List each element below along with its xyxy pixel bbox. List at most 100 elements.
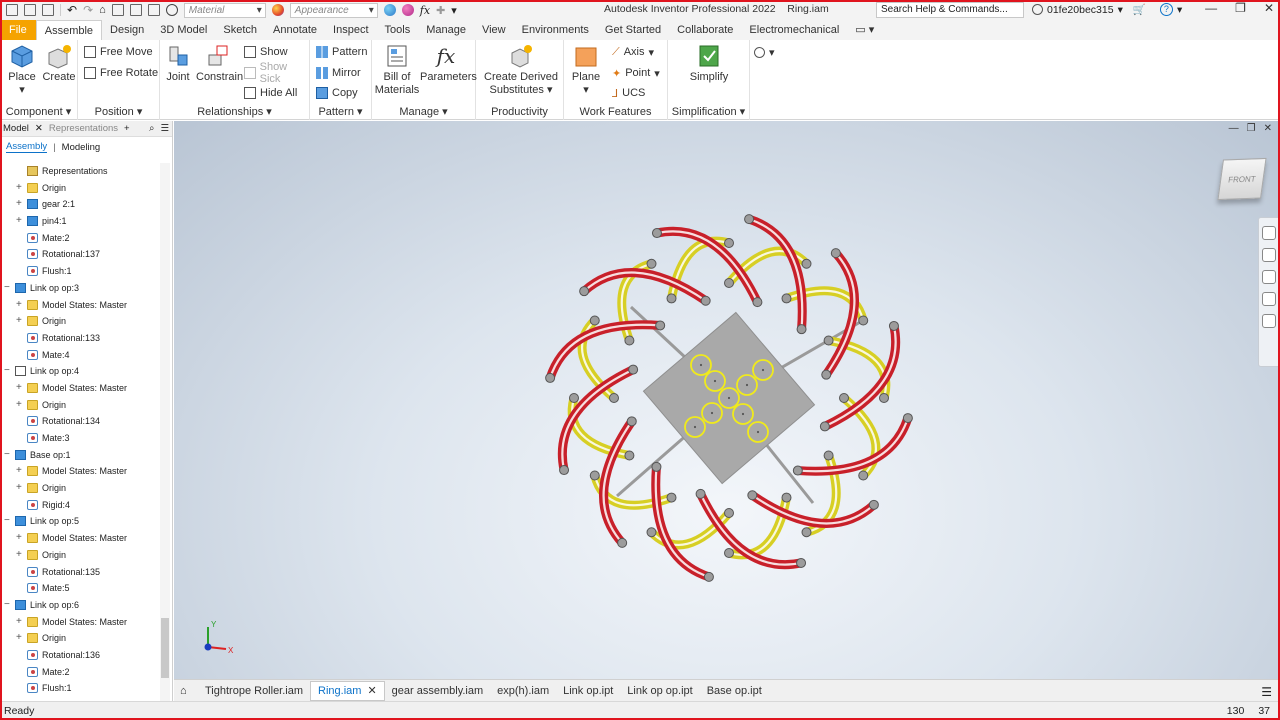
hole-center[interactable] (727, 396, 731, 400)
tree-row[interactable]: Mate:3 (0, 430, 160, 447)
tree-row[interactable]: + Origin (0, 180, 160, 197)
tab-view[interactable]: View (474, 20, 514, 40)
expand-icon[interactable]: + (16, 313, 22, 330)
tree-row[interactable]: Rotational:136 (0, 647, 160, 664)
pin-joint[interactable] (796, 557, 807, 568)
tab-file[interactable]: File (0, 20, 36, 40)
help-dropdown-icon[interactable]: ▾ (1177, 4, 1182, 16)
pin-joint[interactable] (821, 369, 832, 380)
properties-icon[interactable] (147, 4, 160, 16)
graphics-viewport[interactable]: — ❐ ✕ FRONT Y X (174, 121, 1280, 679)
tab-3d-model[interactable]: 3D Model (152, 20, 215, 40)
pin-joint[interactable] (589, 315, 600, 326)
expand-icon[interactable]: + (16, 630, 22, 647)
expand-icon[interactable]: + (16, 397, 22, 414)
tab-annotate[interactable]: Annotate (265, 20, 325, 40)
tree-row[interactable]: Mate:5 (0, 580, 160, 597)
appearance-select[interactable]: Appearance (289, 2, 378, 18)
tree-row[interactable]: Rotational:135 (0, 564, 160, 581)
tree-row[interactable]: Mate:2 (0, 664, 160, 681)
tab-manage[interactable]: Manage (418, 20, 474, 40)
point-button[interactable]: ✦ Point ▾ (612, 65, 660, 81)
tree-row[interactable]: Representations (0, 163, 160, 180)
customize-dropdown-icon[interactable]: ▾ (451, 4, 457, 17)
doc-tab[interactable]: Link op.ipt (556, 681, 620, 701)
pin-joint[interactable] (624, 450, 635, 461)
pin-joint[interactable] (747, 490, 758, 501)
tree-row[interactable]: − Link op op:6 (0, 597, 160, 614)
tree-row[interactable]: Flush:1 (0, 680, 160, 697)
tab-inspect[interactable]: Inspect (325, 20, 376, 40)
pin-joint[interactable] (830, 248, 841, 259)
tree-row[interactable]: Rotational:133 (0, 330, 160, 347)
pin-joint[interactable] (666, 293, 677, 304)
pin-joint[interactable] (823, 450, 834, 461)
cart-icon[interactable]: 🛒 (1133, 3, 1146, 16)
panel-title-manage[interactable]: Manage ▾ (372, 105, 475, 118)
plane-button[interactable]: Plane ▾ (568, 43, 604, 97)
pin-joint[interactable] (744, 214, 755, 225)
hide-all-button[interactable]: Hide All (244, 85, 297, 101)
pin-joint[interactable] (839, 393, 849, 403)
pin-joint[interactable] (819, 421, 830, 432)
home-tab-icon[interactable]: ⌂ (180, 685, 194, 697)
material-select[interactable]: Material (183, 2, 266, 18)
pin-joint[interactable] (801, 527, 812, 538)
open-file-icon[interactable] (24, 4, 36, 16)
no-material-icon[interactable] (165, 4, 178, 16)
pin-joint[interactable] (646, 258, 657, 269)
close-tab-icon[interactable]: ✕ (367, 681, 376, 701)
fx-icon[interactable]: fx (420, 4, 430, 17)
expand-icon[interactable]: + (16, 196, 22, 213)
pin-joint[interactable] (559, 465, 570, 476)
simplify-button[interactable]: Simplify (686, 43, 732, 84)
doc-tab[interactable]: Base op.ipt (700, 681, 769, 701)
pin-joint[interactable] (858, 470, 869, 481)
tree-row[interactable]: + Origin (0, 480, 160, 497)
add-icon[interactable]: ✚ (436, 4, 445, 17)
pin-joint[interactable] (624, 335, 635, 346)
home-icon[interactable]: ⌂ (99, 4, 106, 16)
pin-joint[interactable] (823, 335, 834, 346)
tree-row[interactable]: + Origin (0, 397, 160, 414)
panel-title-work-features[interactable]: Work Features (564, 106, 667, 118)
pin-joint[interactable] (589, 470, 600, 481)
pin-joint[interactable] (617, 537, 628, 548)
collapse-icon[interactable]: − (4, 447, 10, 464)
expand-icon[interactable]: + (16, 213, 22, 230)
doc-tab[interactable]: exp(h).iam (490, 681, 556, 701)
pin-joint[interactable] (628, 364, 639, 375)
tree-row[interactable]: + Model States: Master (0, 463, 160, 480)
tab-electromechanical[interactable]: Electromechanical (741, 20, 847, 40)
ring-assembly-model[interactable] (174, 121, 1280, 679)
doc-tab-active[interactable]: Ring.iam ✕ (310, 680, 385, 701)
pin-joint[interactable] (801, 258, 812, 269)
pin-joint[interactable] (902, 413, 913, 424)
hole-center[interactable] (741, 412, 745, 416)
pin-joint[interactable] (703, 571, 714, 582)
minimize-icon[interactable]: — (1205, 1, 1217, 15)
new-file-icon[interactable] (6, 4, 18, 16)
pin-joint[interactable] (781, 492, 792, 503)
tab-model[interactable]: Model (0, 123, 32, 134)
help-icon[interactable]: ? (1159, 3, 1173, 16)
browser-scrollbar[interactable] (160, 163, 170, 703)
redo-icon[interactable]: ↷ (83, 3, 93, 17)
pin-joint[interactable] (888, 320, 899, 331)
tree-row[interactable]: + Model States: Master (0, 297, 160, 314)
tab-collaborate[interactable]: Collaborate (669, 20, 741, 40)
tab-get-started[interactable]: Get Started (597, 20, 669, 40)
user-account[interactable]: 01fe20bec315 ▾ 🛒 ? ▾ (1032, 3, 1182, 16)
doc-tab[interactable]: Tightrope Roller.iam (198, 681, 310, 701)
free-rotate-button[interactable]: Free Rotate (84, 65, 158, 81)
adjust-appearance-icon[interactable] (383, 4, 396, 16)
tree-row[interactable]: + pin4:1 (0, 213, 160, 230)
constrain-button[interactable]: Constrain (196, 43, 243, 84)
pin-joint[interactable] (796, 324, 807, 335)
hole-center[interactable] (693, 425, 697, 429)
create-derived-substitutes-button[interactable]: Create Derived Substitutes ▾ (480, 43, 562, 97)
hole-center[interactable] (761, 368, 765, 372)
hole-center[interactable] (699, 363, 703, 367)
tab-design[interactable]: Design (102, 20, 152, 40)
pin-joint[interactable] (792, 465, 803, 476)
